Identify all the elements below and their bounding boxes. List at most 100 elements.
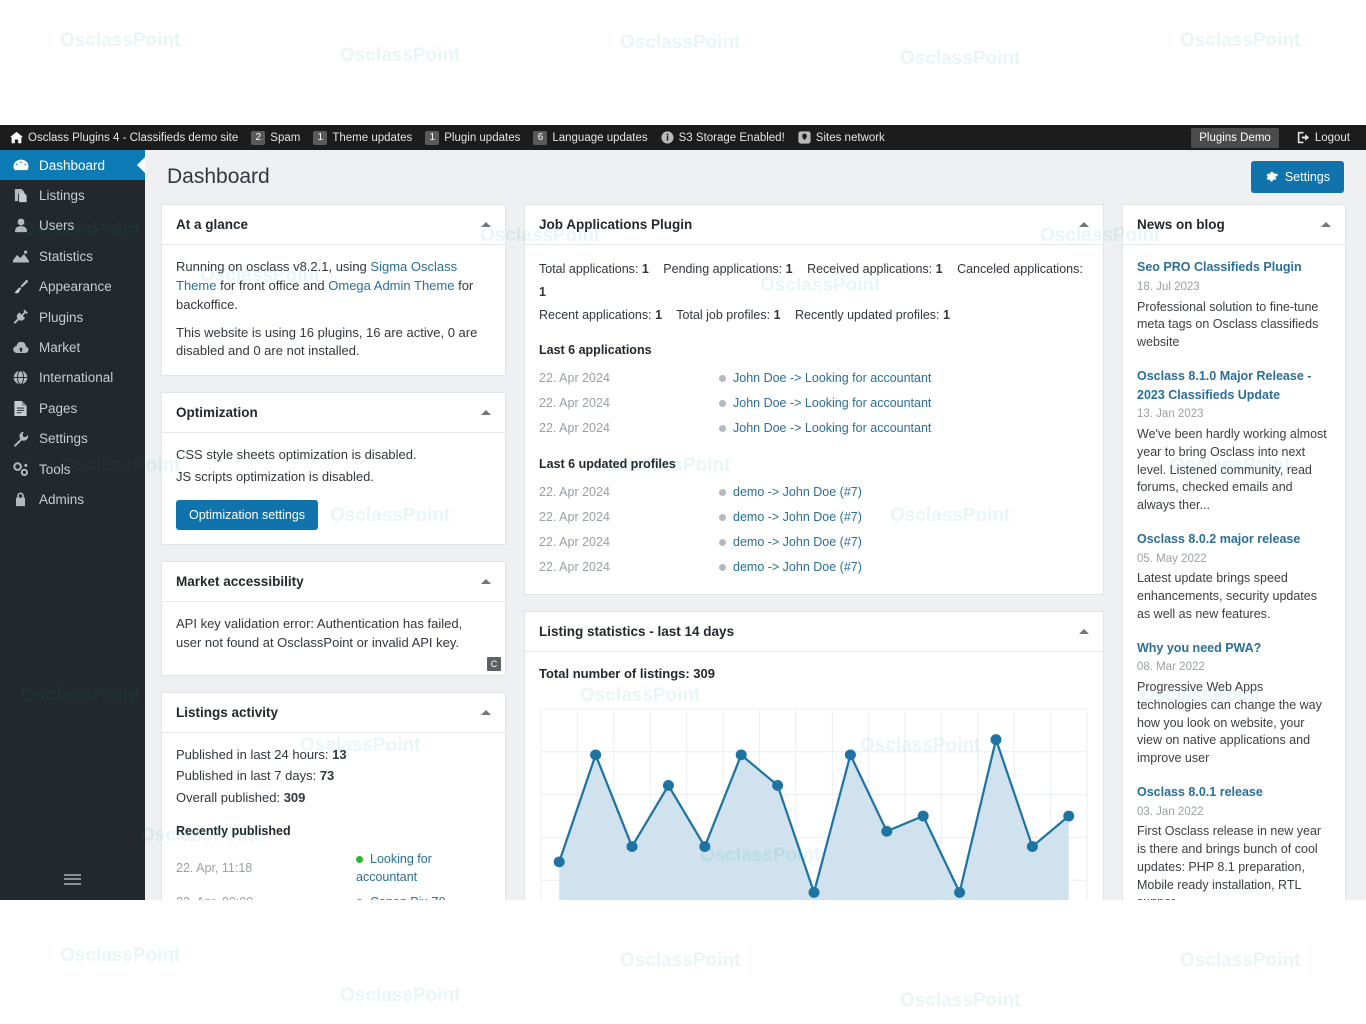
- item-date: 22. Apr, 00:09: [176, 890, 356, 900]
- stat-overall-published: Overall published: 309: [176, 789, 491, 808]
- application-link[interactable]: John Doe -> Looking for accountant: [733, 371, 931, 385]
- chevron-up-icon[interactable]: [1079, 222, 1089, 227]
- topbar-item-label: Spam: [270, 131, 301, 144]
- topbar-item-label: Sites network: [815, 131, 885, 144]
- plugin-updates-badge: 1: [425, 130, 440, 145]
- sidebar-item-listings[interactable]: Listings: [0, 180, 145, 210]
- table-row[interactable]: 22. Apr 2024 demo -> John Doe (#7): [539, 504, 1089, 529]
- logout-button[interactable]: Logout: [1289, 131, 1358, 144]
- column-right: News on blog Seo PRO Classifieds Plugin …: [1122, 204, 1346, 900]
- site-title-link[interactable]: Osclass Plugins 4 - Classifieds demo sit…: [8, 125, 247, 150]
- omega-admin-theme-link[interactable]: Omega Admin Theme: [328, 278, 454, 293]
- tools-icon: [12, 461, 29, 477]
- sidebar-item-label: Tools: [39, 461, 71, 477]
- profile-link[interactable]: demo -> John Doe (#7): [733, 510, 862, 524]
- news-title-link[interactable]: Osclass 8.1.0 Major Release - 2023 Class…: [1137, 369, 1311, 402]
- topbar-item-s3-storage[interactable]: S3 Storage Enabled!: [657, 125, 794, 150]
- list-item[interactable]: 22. Apr, 00:09 Canon Pix Z9: [176, 890, 491, 900]
- sidebar-item-users[interactable]: Users: [0, 211, 145, 241]
- list-item[interactable]: 22. Apr, 11:18 Looking for accountant: [176, 846, 491, 889]
- panel-title: Job Applications Plugin: [539, 217, 693, 232]
- sidebar-item-appearance[interactable]: Appearance: [0, 272, 145, 302]
- news-item: Osclass 8.1.0 Major Release - 2023 Class…: [1137, 367, 1331, 515]
- admin-app: Osclass Plugins 4 - Classifieds demo sit…: [0, 125, 1366, 900]
- panel-header: News on blog: [1123, 205, 1345, 245]
- panel-body: Seo PRO Classifieds Plugin 18. Jul 2023 …: [1123, 245, 1345, 900]
- users-icon: [12, 218, 29, 234]
- sidebar-item-tools[interactable]: Tools: [0, 454, 145, 484]
- listing-link[interactable]: Looking for accountant: [356, 852, 432, 884]
- topbar-item-theme-updates[interactable]: 1 Theme updates: [309, 125, 421, 150]
- news-title-link[interactable]: Osclass 8.0.2 major release: [1137, 532, 1300, 546]
- settings-button[interactable]: Settings: [1250, 161, 1344, 193]
- topbar-item-sites-network[interactable]: Sites network: [794, 125, 894, 150]
- settings-icon: [12, 431, 29, 447]
- watermark: OsclassPoint: [620, 32, 741, 53]
- topbar-item-spam[interactable]: 2 Spam: [247, 125, 309, 150]
- stat-pending-applications: Pending applications: 1: [663, 262, 793, 276]
- chevron-up-icon[interactable]: [481, 578, 491, 584]
- logout-icon: [1297, 131, 1310, 144]
- row-date: 22. Apr 2024: [539, 534, 610, 549]
- news-title-link[interactable]: Why you need PWA?: [1137, 641, 1261, 655]
- shield-icon: [798, 131, 811, 144]
- sidebar-item-international[interactable]: International: [0, 363, 145, 393]
- last-applications-heading: Last 6 applications: [539, 343, 652, 358]
- panel-listings-activity: Listings activity Published in last 24 h…: [161, 691, 506, 900]
- sidebar-item-settings[interactable]: Settings: [0, 424, 145, 454]
- sidebar-item-label: Users: [39, 218, 75, 234]
- table-row[interactable]: 22. Apr 2024 John Doe -> Looking for acc…: [539, 366, 1089, 391]
- sidebar-item-market[interactable]: Market: [0, 332, 145, 362]
- table-row[interactable]: 22. Apr 2024 demo -> John Doe (#7): [539, 529, 1089, 554]
- stat-label: Overall published:: [176, 790, 281, 806]
- chevron-up-icon[interactable]: [481, 410, 491, 416]
- topbar-item-language-updates[interactable]: 6 Language updates: [529, 125, 656, 150]
- news-date: 13. Jan 2023: [1137, 408, 1204, 421]
- table-row[interactable]: 22. Apr 2024 demo -> John Doe (#7): [539, 554, 1089, 579]
- status-dot-icon: [719, 425, 726, 433]
- chevron-up-icon[interactable]: [1321, 222, 1331, 227]
- user-menu[interactable]: Plugins Demo: [1191, 127, 1279, 148]
- table-row[interactable]: 22. Apr 2024 demo -> John Doe (#7): [539, 479, 1089, 504]
- news-title-link[interactable]: Osclass 8.0.1 release: [1137, 785, 1263, 799]
- watermark: OsclassPoint: [620, 950, 741, 971]
- column-left: At a glance Running on osclass v8.2.1, u…: [161, 204, 506, 900]
- watermark: OsclassPoint: [60, 30, 181, 51]
- watermark: OsclassPoint: [340, 45, 461, 66]
- application-link[interactable]: John Doe -> Looking for accountant: [733, 396, 931, 410]
- column-middle: Job Applications Plugin Total applicatio…: [524, 204, 1104, 900]
- news-title-link[interactable]: Seo PRO Classifieds Plugin: [1137, 260, 1302, 274]
- news-item: Osclass 8.0.2 major release 05. May 2022…: [1137, 530, 1331, 624]
- chevron-up-icon[interactable]: [481, 222, 491, 227]
- profile-link[interactable]: demo -> John Doe (#7): [733, 535, 862, 549]
- chevron-up-icon[interactable]: [481, 709, 491, 715]
- chevron-up-icon[interactable]: [1079, 628, 1089, 634]
- sidebar-item-pages[interactable]: Pages: [0, 393, 145, 423]
- row-title-cell: John Doe -> Looking for accountant: [719, 416, 1089, 441]
- sidebar-item-dashboard[interactable]: Dashboard: [0, 150, 145, 181]
- panel-body: Total applications: 1 Pending applicatio…: [525, 245, 1103, 594]
- table-row[interactable]: 22. Apr 2024 John Doe -> Looking for acc…: [539, 391, 1089, 416]
- topbar-item-plugin-updates[interactable]: 1 Plugin updates: [421, 125, 529, 150]
- listing-link[interactable]: Canon Pix Z9: [370, 895, 446, 900]
- sidebar-item-label: Appearance: [39, 279, 112, 295]
- optimization-settings-button[interactable]: Optimization settings: [176, 499, 319, 530]
- sidebar-item-statistics[interactable]: Statistics: [0, 241, 145, 271]
- stat-label: Published in last 7 days:: [176, 768, 317, 784]
- table-row[interactable]: 22. Apr 2024 John Doe -> Looking for acc…: [539, 416, 1089, 441]
- panel-body: Running on osclass v8.2.1, using Sigma O…: [162, 245, 505, 375]
- item-title-cell: Looking for accountant: [356, 846, 491, 889]
- sidebar-collapse-button[interactable]: [0, 868, 145, 890]
- sidebar-item-label: Market: [39, 340, 81, 356]
- panel-body: CSS style sheets optimization is disable…: [162, 433, 505, 544]
- plugins-icon: [12, 309, 29, 325]
- sidebar-item-label: Listings: [39, 188, 85, 204]
- panel-body: API key validation error: Authentication…: [162, 602, 505, 675]
- sidebar-item-plugins[interactable]: Plugins: [0, 302, 145, 332]
- application-link[interactable]: John Doe -> Looking for accountant: [733, 421, 931, 435]
- sidebar-item-admins[interactable]: Admins: [0, 484, 145, 514]
- news-item: Osclass 8.0.1 release 03. Jan 2022 First…: [1137, 783, 1331, 900]
- profile-link[interactable]: demo -> John Doe (#7): [733, 560, 862, 574]
- profile-link[interactable]: demo -> John Doe (#7): [733, 485, 862, 499]
- watermark: OsclassPoint: [340, 985, 461, 1006]
